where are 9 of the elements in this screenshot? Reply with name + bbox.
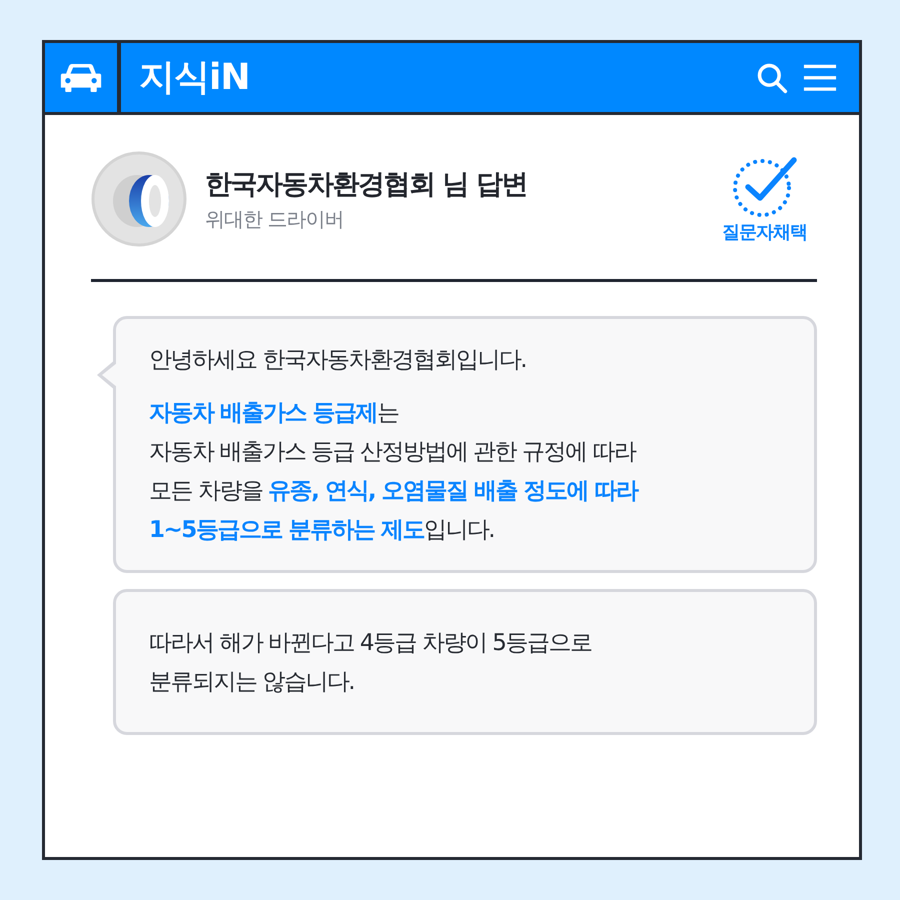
answer-text: 따라서 해가 바뀐다고 4등급 차량이 5등급으로 분류되지는 않습니다. xyxy=(149,629,592,697)
answer-text: 안녕하세요 한국자동차환경협회입니다. xyxy=(149,346,528,375)
author-rank: 위대한 드라이버 xyxy=(205,206,344,232)
app-title: 지식iN xyxy=(139,56,250,100)
car-icon[interactable] xyxy=(60,62,102,92)
badge-label: 질문자채택 xyxy=(722,221,807,244)
search-icon[interactable] xyxy=(755,62,789,94)
answer-text: 자동차 배출가스 등급제는 자동차 배출가스 등급 산정방법에 관한 규정에 따라 모든 차량을 유종, 연식, 오염물질 배출 정도에 따라 1~5등급으로 분류하는 제도입니다. xyxy=(149,399,640,545)
author-name: 한국자동차환경협회 님 답변 xyxy=(205,168,528,202)
